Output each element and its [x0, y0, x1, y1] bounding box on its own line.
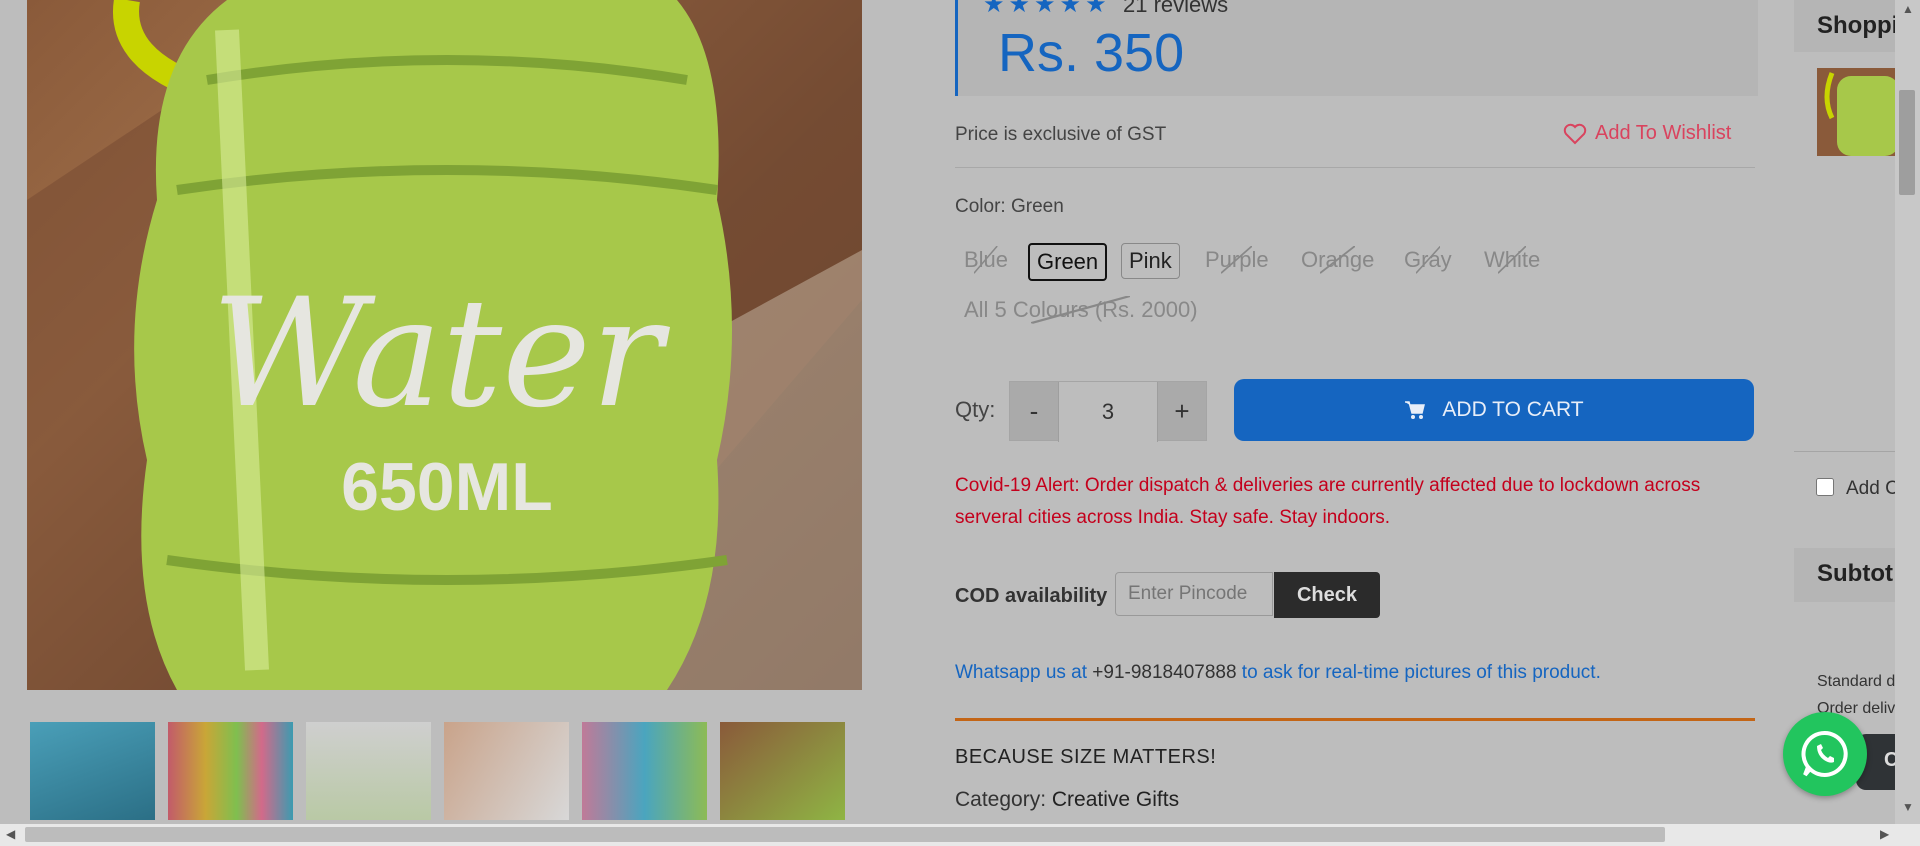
- thumbnail-6[interactable]: [720, 722, 845, 820]
- quantity-stepper: - +: [1009, 381, 1207, 442]
- color-option-pink[interactable]: Pink: [1121, 243, 1180, 279]
- divider: [955, 167, 1755, 168]
- color-option-gray[interactable]: Gray: [1397, 243, 1459, 277]
- product-info: ★★★★★ 21 reviews Rs. 350 Price is exclus…: [955, 0, 1758, 830]
- main-product-image[interactable]: Water 650ML: [27, 0, 862, 690]
- cart-drawer-title: Shoppi: [1817, 12, 1899, 39]
- product-price: Rs. 350: [998, 23, 1185, 83]
- water-bottle-image: Water 650ML: [27, 0, 862, 690]
- quantity-label: Qty:: [955, 397, 996, 422]
- scroll-down-icon[interactable]: ▼: [1902, 800, 1914, 814]
- whatsapp-floating-button[interactable]: [1783, 712, 1867, 796]
- add-option-label: Add C: [1846, 478, 1899, 499]
- product-category: Category: Creative Gifts: [955, 788, 1179, 812]
- horizontal-scrollbar-thumb[interactable]: [25, 827, 1665, 842]
- thumbnail-2[interactable]: [168, 722, 293, 820]
- whatsapp-icon: [1801, 730, 1848, 777]
- image-volume-text: 650ML: [341, 449, 553, 525]
- add-to-cart-button[interactable]: ADD TO CART: [1234, 379, 1754, 441]
- check-pincode-button[interactable]: Check: [1274, 572, 1380, 618]
- cod-label: COD availability: [955, 585, 1108, 607]
- heart-icon: [1563, 123, 1587, 144]
- quantity-decrease-button[interactable]: -: [1010, 382, 1058, 440]
- covid-alert: Covid-19 Alert: Order dispatch & deliver…: [955, 475, 1701, 528]
- color-option-blue[interactable]: Blue: [957, 243, 1015, 277]
- category-link[interactable]: Creative Gifts: [1052, 788, 1179, 811]
- scroll-up-icon[interactable]: ▲: [1902, 2, 1914, 16]
- category-label: Category:: [955, 788, 1052, 811]
- pincode-input[interactable]: [1115, 572, 1273, 616]
- section-divider: [955, 718, 1755, 721]
- whatsapp-phone[interactable]: +91-9818407888: [1092, 662, 1236, 683]
- image-water-text: Water: [211, 267, 671, 441]
- quantity-input[interactable]: [1058, 382, 1158, 442]
- cart-icon: [1405, 401, 1426, 419]
- add-option-checkbox[interactable]: [1816, 478, 1834, 496]
- product-tagline: BECAUSE SIZE MATTERS!: [955, 746, 1217, 768]
- color-option-all-colours[interactable]: All 5 Colours (Rs. 2000): [957, 293, 1205, 327]
- wishlist-label: Add To Wishlist: [1595, 122, 1732, 144]
- scroll-left-icon[interactable]: ◀: [6, 827, 15, 841]
- star-rating-icon: ★★★★★: [983, 0, 1111, 18]
- quantity-increase-button[interactable]: +: [1158, 382, 1206, 440]
- thumbnail-4[interactable]: [444, 722, 569, 820]
- color-option-white[interactable]: White: [1477, 243, 1547, 277]
- add-to-wishlist-link[interactable]: Add To Wishlist: [1563, 122, 1731, 145]
- whatsapp-note[interactable]: Whatsapp us at +91-9818407888 to ask for…: [955, 662, 1601, 684]
- cart-item-thumbnail[interactable]: [1817, 68, 1907, 156]
- reviews-count[interactable]: 21 reviews: [1123, 0, 1228, 18]
- price-box: ★★★★★ 21 reviews Rs. 350: [955, 0, 1758, 96]
- thumbnail-strip: [27, 722, 862, 832]
- thumbnail-5[interactable]: [582, 722, 707, 820]
- vertical-scrollbar-thumb[interactable]: [1899, 90, 1915, 195]
- product-gallery: Water 650ML: [0, 0, 910, 830]
- thumbnail-3[interactable]: [306, 722, 431, 820]
- subtotal-title: Subtot: [1817, 560, 1893, 587]
- color-option-orange[interactable]: Orange: [1294, 243, 1381, 277]
- color-option-purple[interactable]: Purple: [1198, 243, 1276, 277]
- thumbnail-1[interactable]: [30, 722, 155, 820]
- delivery-note-line1: Standard d: [1817, 673, 1896, 690]
- whatsapp-note-prefix: Whatsapp us at: [955, 662, 1093, 683]
- whatsapp-note-suffix: to ask for real-time pictures of this pr…: [1236, 662, 1601, 683]
- scroll-right-icon[interactable]: ▶: [1880, 827, 1889, 841]
- add-to-cart-label: ADD TO CART: [1442, 398, 1584, 421]
- gst-note: Price is exclusive of GST: [955, 124, 1167, 145]
- color-option-green[interactable]: Green: [1028, 243, 1108, 281]
- color-label: Color: Green: [955, 196, 1064, 217]
